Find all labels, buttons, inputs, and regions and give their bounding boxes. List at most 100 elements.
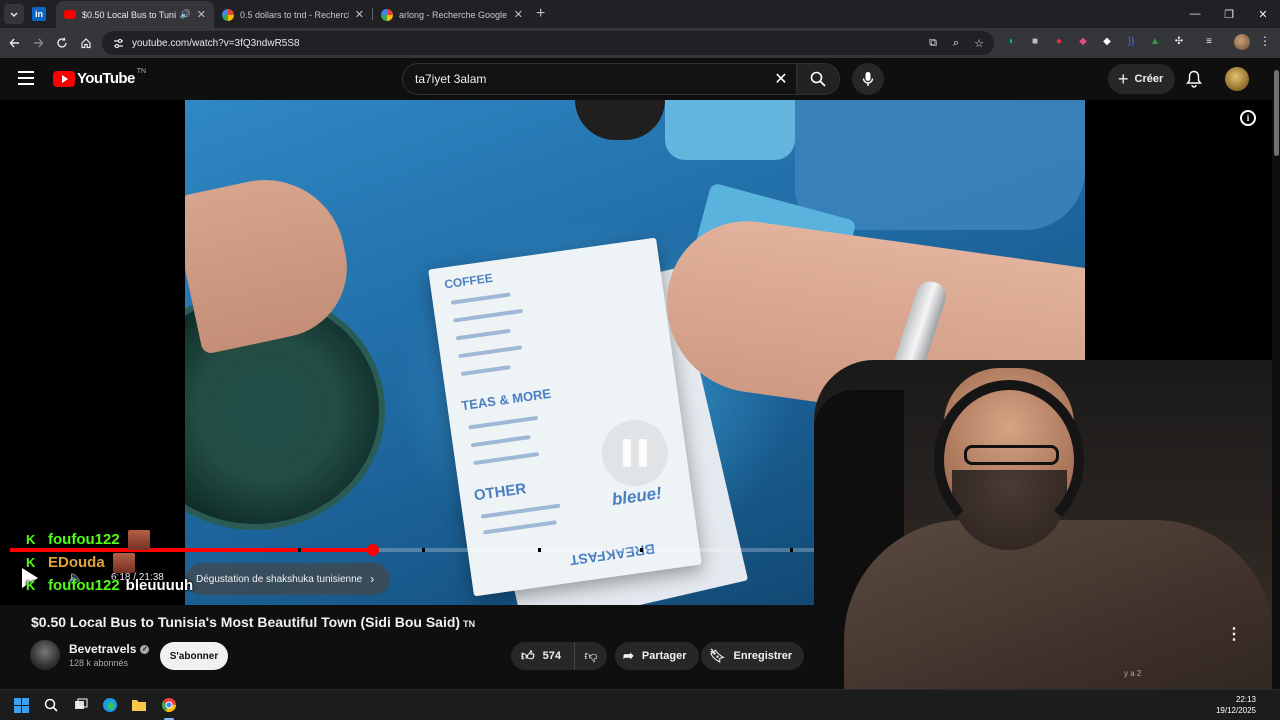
google-favicon-icon [381,8,393,21]
pause-overlay-icon[interactable] [602,420,668,486]
menu-line [450,292,511,305]
scrollbar-thumb[interactable] [1274,70,1279,156]
share-button[interactable]: ➦ Partager [615,642,699,670]
tab-google-search-2[interactable]: arlong - Recherche Google ✕ [373,1,531,28]
posted-date-partial: y a 2 [1124,669,1142,678]
search-input[interactable]: ta7iyet 3alam ✕ [402,63,796,95]
menu-breakfast: BREAKFAST [568,540,656,569]
video-chair [665,100,795,160]
video-menu-card: COFFEE TEAS & MORE OTHER bleue! BREAKFAS… [428,237,702,597]
extension-pink-icon[interactable]: ◆ [1076,34,1090,48]
site-info-icon[interactable] [112,37,124,49]
menu-line [483,520,557,535]
extension-1-icon[interactable]: ◗ [1004,34,1018,48]
menu-heading: OTHER [472,480,528,505]
browser-profile-avatar[interactable] [1234,34,1250,50]
verified-check-icon: ✓ [140,644,150,654]
video-chair [795,100,1085,230]
voice-search-button[interactable] [852,63,884,95]
tab-youtube-video[interactable]: $0.50 Local Bus to Tunisia's 🔊 ✕ [56,1,214,28]
tab-close-icon[interactable]: ✕ [197,8,206,21]
chapter-title-button[interactable]: Dégustation de shakshuka tunisienne › [186,563,391,595]
clock-time: 22:13 [1235,695,1256,704]
window-controls: — ❐ ✕ [1178,0,1280,28]
chapter-marker [538,548,541,552]
reading-list-icon[interactable]: ≡ [1202,34,1216,48]
clock-date: 19/12/2025 [1215,706,1256,715]
page-scrollbar[interactable] [1272,58,1280,689]
forward-icon[interactable] [29,34,47,52]
headset [934,380,1084,540]
country-code: TN [136,68,147,75]
chapter-marker [298,548,301,552]
chat-message: K EDouda [26,551,193,574]
minimize-icon[interactable]: — [1178,0,1212,28]
save-button[interactable]: 🔖︎ Enregistrer [701,642,805,670]
tab-close-icon[interactable]: ✕ [355,8,364,21]
menu-line [473,452,540,466]
youtube-wordmark: YouTube [77,70,135,87]
account-avatar[interactable] [1225,67,1249,91]
youtube-logo[interactable]: YouTube TN [53,68,147,87]
speaker-icon[interactable]: 🔊 [180,9,191,20]
linkedin-icon: in [32,7,46,21]
tab-search-button[interactable] [4,4,24,24]
taskbar-search-icon[interactable] [42,696,60,714]
chat-message: K foufou122 [26,528,193,551]
subscribe-button[interactable]: S'abonner [160,642,228,670]
create-button[interactable]: + Créer [1108,64,1176,94]
channel-name-text: Bevetravels [69,642,137,656]
reload-icon[interactable] [53,34,71,52]
tab-title: 0.5 dollars to tnd - Recherche G [240,9,349,20]
share-label: Partager [641,650,687,662]
youtube-header: YouTube TN ta7iyet 3alam ✕ + Créer [0,58,1280,100]
menu-line [468,415,539,430]
back-icon[interactable] [6,34,24,52]
guide-menu-icon[interactable] [18,71,34,85]
channel-avatar[interactable] [30,640,60,670]
extension-blue-icon[interactable]: )) [1124,34,1138,48]
extension-green-icon[interactable]: ▲ [1148,34,1162,48]
extension-red-icon[interactable]: ● [1052,34,1066,48]
tab-google-search-1[interactable]: 0.5 dollars to tnd - Recherche G ✕ [214,1,372,28]
thumbs-down-icon: 👎︎ [584,648,598,663]
more-actions-icon[interactable]: ⋮ [1226,624,1242,644]
video-title-text: $0.50 Local Bus to Tunisia's Most Beauti… [31,614,461,630]
channel-name[interactable]: Bevetravels ✓ [69,642,150,656]
chrome-icon[interactable] [160,696,178,714]
edge-browser-icon[interactable] [101,696,119,714]
search-icon [810,71,826,87]
youtube-play-logo-icon [53,70,75,87]
progress-scrubber[interactable] [367,544,379,556]
open-in-app-icon[interactable]: ⧉ [926,35,940,51]
menu-line [480,503,561,519]
address-bar[interactable]: youtube.com/watch?v=3fQ3ndwR5S8 ⧉ ⌕ ☆ [102,31,994,55]
restore-icon[interactable]: ❐ [1212,0,1246,28]
home-icon[interactable] [77,34,95,52]
zoom-icon[interactable]: ⌕ [949,35,963,51]
menu-heading: TEAS & MORE [460,385,552,414]
search-button[interactable] [796,63,840,95]
close-window-icon[interactable]: ✕ [1246,0,1280,28]
file-explorer-icon[interactable] [130,696,148,714]
title-flag: TN [463,619,476,629]
extension-diamond-icon[interactable]: ◆ [1100,34,1114,48]
windows-start-icon[interactable] [12,696,30,714]
like-button[interactable]: 👍︎ 574 [511,642,575,670]
tab-close-icon[interactable]: ✕ [514,8,523,21]
dislike-button[interactable]: 👎︎ [575,648,607,664]
taskbar-clock[interactable]: 22:13 19/12/2025 [1216,694,1256,716]
camera-extension-icon[interactable]: ■ [1028,34,1042,48]
menu-line [458,345,523,359]
clear-search-icon[interactable]: ✕ [766,69,796,89]
new-tab-button[interactable]: + [536,5,545,23]
notifications-bell-icon[interactable] [1184,69,1204,89]
browser-menu-icon[interactable]: ⋮ [1259,34,1271,48]
extensions-puzzle-icon[interactable]: ✣ [1172,34,1186,48]
info-icon[interactable]: i [1240,110,1256,126]
bookmark-star-icon[interactable]: ☆ [972,35,986,51]
task-view-icon[interactable] [72,696,90,714]
chapter-marker [790,548,793,552]
pinned-tab-linkedin[interactable]: in [30,5,48,23]
chapter-label: Dégustation de shakshuka tunisienne [196,573,363,585]
